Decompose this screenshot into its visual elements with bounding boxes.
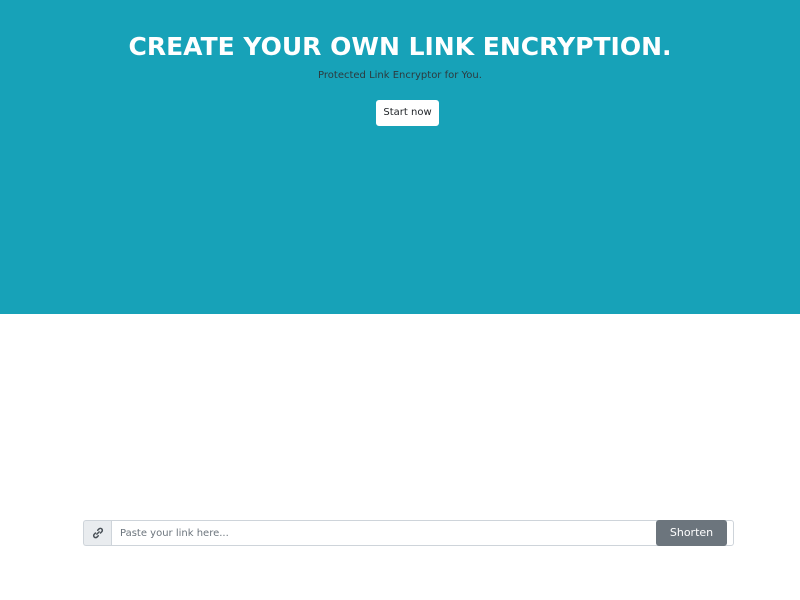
- link-shortener-form: Shorten: [83, 520, 734, 546]
- hero-subtitle: Protected Link Encryptor for You.: [318, 70, 482, 81]
- link-icon: [83, 520, 111, 546]
- hero-title: CREATE YOUR OWN LINK ENCRYPTION.: [128, 32, 672, 61]
- hero-section: CREATE YOUR OWN LINK ENCRYPTION. Protect…: [0, 0, 800, 314]
- link-input[interactable]: [111, 520, 734, 546]
- start-now-button[interactable]: Start now: [376, 100, 439, 126]
- shorten-button[interactable]: Shorten: [656, 520, 727, 546]
